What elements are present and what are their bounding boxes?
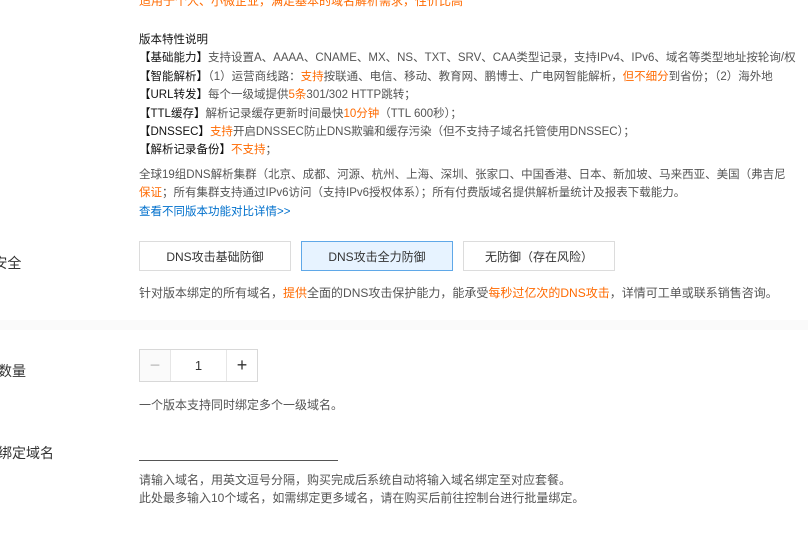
feature-dnssec-label: 【DNSSEC】: [139, 126, 210, 139]
feature-basic: 【基础能力】支持设置A、AAAA、CNAME、MX、NS、TXT、SRV、CAA…: [139, 49, 796, 67]
quantity-note: 一个版本支持同时绑定多个一级域名。: [139, 398, 344, 412]
option-no-defense[interactable]: 无防御（存在风险）: [463, 241, 615, 271]
feature-smart-hl1: 支持: [300, 70, 324, 83]
quantity-value[interactable]: 1: [171, 350, 226, 381]
feature-backup-label: 【解析记录备份】: [139, 144, 231, 157]
security-note-p2: 全面的DNS攻击保护能力，能承受: [307, 286, 489, 300]
feature-smart-hl2: 但不细分: [622, 70, 669, 83]
bind-domain-label: 次绑定域名: [0, 445, 54, 461]
feature-backup-p2: ；: [265, 144, 278, 157]
increment-button[interactable]: +: [226, 350, 257, 381]
bind-domain-input[interactable]: [139, 440, 338, 461]
feature-backup: 【解析记录备份】不支持；: [139, 141, 796, 159]
quantity-stepper[interactable]: − 1 +: [139, 349, 258, 382]
security-note-hl2: 每秒过亿次的DNS攻击: [488, 286, 610, 300]
option-full-defense[interactable]: DNS攻击全力防御: [301, 241, 453, 271]
cluster-hl: 保证: [139, 187, 162, 200]
feature-basic-label: 【基础能力】: [139, 52, 208, 65]
option-basic-defense-label: DNS攻击基础防御: [166, 249, 264, 264]
feature-smart-p2: 按联通、电信、移动、教育网、鹏博士、广电网智能解析，: [323, 70, 623, 83]
feature-backup-hl: 不支持: [231, 144, 266, 157]
decrement-button[interactable]: −: [140, 350, 171, 381]
feature-ttl-hl: 10分钟: [343, 107, 380, 120]
option-full-defense-label: DNS攻击全力防御: [328, 249, 426, 264]
security-note-p1: 针对版本绑定的所有域名，: [139, 286, 284, 300]
option-no-defense-label: 无防御（存在风险）: [484, 249, 593, 264]
feature-url: 【URL转发】每个一级域提供5条301/302 HTTP跳转；: [139, 86, 796, 104]
security-note: 针对版本绑定的所有域名，提供全面的DNS攻击保护能力，能承受每秒过亿次的DNS攻…: [139, 284, 778, 301]
cluster-text-2: 保证；所有集群支持通过IPv6访问（支持IPv6授权体系）；所有付费版域名提供解…: [139, 184, 796, 202]
feature-ttl-p1: 解析记录缓存更新时间最快: [205, 107, 344, 120]
feature-url-hl: 5条: [288, 89, 307, 102]
security-note-p3: ，详情可工单或联系销售咨询。: [609, 286, 778, 300]
feature-url-p2: 301/302 HTTP跳转；: [306, 89, 416, 102]
feature-ttl-label: 【TTL缓存】: [139, 107, 206, 120]
feature-ttl: 【TTL缓存】解析记录缓存更新时间最快10分钟（TTL 600秒）；: [139, 105, 796, 123]
feature-smart-p1: （1）运营商线路：: [208, 70, 301, 83]
feature-smart-label: 【智能解析】: [139, 70, 208, 83]
feature-url-p1: 每个一级域提供: [208, 89, 289, 102]
bind-note-1: 请输入域名，用英文逗号分隔，购买完成后系统自动将输入域名绑定至对应套餐。: [139, 473, 572, 487]
version-intro: 适用于个人、小微企业，满足基本的域名解析需求，性价比高: [139, 0, 464, 8]
cluster-text: 全球19组DNS解析集群（北京、成都、河源、杭州、上海、深圳、张家口、中国香港、…: [139, 168, 786, 181]
features-block: 版本特性说明 【基础能力】支持设置A、AAAA、CNAME、MX、NS、TXT、…: [139, 31, 796, 221]
feature-dnssec-hl: 支持: [209, 126, 233, 139]
bind-note-2: 此处最多输入10个域名，如需绑定更多域名，请在购买后前往控制台进行批量绑定。: [139, 491, 585, 505]
feature-basic-text: 支持设置A、AAAA、CNAME、MX、NS、TXT、SRV、CAA类型记录，支…: [208, 52, 796, 65]
feature-url-label: 【URL转发】: [139, 89, 209, 102]
cluster-text-2-rest: ；所有集群支持通过IPv6访问（支持IPv6授权体系）；所有付费版域名提供解析量…: [162, 187, 686, 200]
feature-smart: 【智能解析】（1）运营商线路：支持按联通、电信、移动、教育网、鹏博士、广电网智能…: [139, 68, 796, 86]
section-divider: [0, 320, 808, 330]
domain-quantity-label: 名数量: [0, 363, 26, 379]
option-basic-defense[interactable]: DNS攻击基础防御: [139, 241, 291, 271]
feature-ttl-p2: （TTL 600秒）；: [379, 107, 462, 120]
security-note-hl1: 提供: [283, 286, 308, 300]
feature-dnssec: 【DNSSEC】支持开启DNSSEC防止DNS欺骗和缓存污染（但不支持子域名托管…: [139, 123, 796, 141]
compare-versions-link[interactable]: 查看不同版本功能对比详情>>: [139, 203, 796, 221]
feature-dnssec-p2: 开启DNSSEC防止DNS欺骗和缓存污染（但不支持子域名托管使用DNSSEC）；: [232, 126, 635, 139]
features-title: 版本特性说明: [139, 34, 208, 46]
feature-smart-p3: 到省份；（2）海外地: [668, 70, 773, 83]
dns-security-label: S安全: [0, 255, 22, 271]
